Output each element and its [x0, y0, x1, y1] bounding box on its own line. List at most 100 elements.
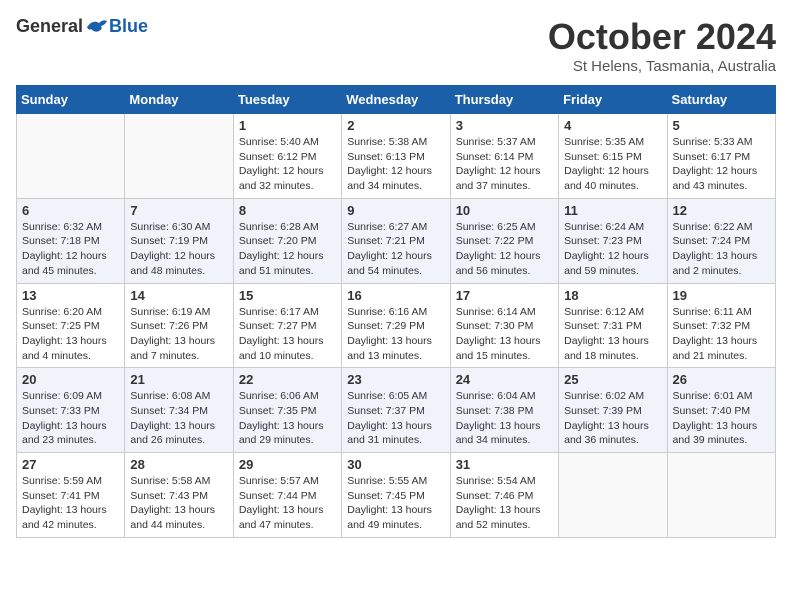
day-info: Sunrise: 6:19 AM Sunset: 7:26 PM Dayligh…: [130, 305, 227, 364]
day-number: 18: [564, 288, 661, 303]
day-info: Sunrise: 6:01 AM Sunset: 7:40 PM Dayligh…: [673, 389, 770, 448]
day-number: 3: [456, 118, 553, 133]
calendar-cell: 1Sunrise: 5:40 AM Sunset: 6:12 PM Daylig…: [233, 114, 341, 199]
day-info: Sunrise: 5:40 AM Sunset: 6:12 PM Dayligh…: [239, 135, 336, 194]
day-number: 22: [239, 372, 336, 387]
day-info: Sunrise: 6:16 AM Sunset: 7:29 PM Dayligh…: [347, 305, 444, 364]
day-info: Sunrise: 6:28 AM Sunset: 7:20 PM Dayligh…: [239, 220, 336, 279]
day-number: 4: [564, 118, 661, 133]
calendar-cell: 12 Sunrise: 6:22 AM Sunset: 7:24 PM Dayli…: [667, 198, 775, 283]
column-header-monday: Monday: [125, 86, 233, 114]
day-info: Sunrise: 6:20 AM Sunset: 7:25 PM Dayligh…: [22, 305, 119, 364]
day-number: 20: [22, 372, 119, 387]
day-number: 19: [673, 288, 770, 303]
day-info: Sunrise: 6:05 AM Sunset: 7:37 PM Dayligh…: [347, 389, 444, 448]
page-header: General Blue October 2024 St Helens, Tas…: [16, 16, 776, 75]
day-number: 15: [239, 288, 336, 303]
calendar-cell: 17 Sunrise: 6:14 AM Sunset: 7:30 PM Dayli…: [450, 283, 558, 368]
column-header-wednesday: Wednesday: [342, 86, 450, 114]
calendar-cell: 10 Sunrise: 6:25 AM Sunset: 7:22 PM Dayli…: [450, 198, 558, 283]
calendar-cell: 15 Sunrise: 6:17 AM Sunset: 7:27 PM Dayli…: [233, 283, 341, 368]
calendar-cell: 29 Sunrise: 5:57 AM Sunset: 7:44 PM Dayli…: [233, 453, 341, 538]
title-section: October 2024 St Helens, Tasmania, Austra…: [548, 16, 776, 75]
day-info: Sunrise: 5:58 AM Sunset: 7:43 PM Dayligh…: [130, 474, 227, 533]
day-number: 7: [130, 203, 227, 218]
calendar-cell: [125, 114, 233, 199]
day-info: Sunrise: 6:22 AM Sunset: 7:24 PM Dayligh…: [673, 220, 770, 279]
day-info: Sunrise: 6:11 AM Sunset: 7:32 PM Dayligh…: [673, 305, 770, 364]
calendar-cell: 18 Sunrise: 6:12 AM Sunset: 7:31 PM Dayli…: [559, 283, 667, 368]
month-title: October 2024: [548, 16, 776, 58]
calendar-week-row: 6Sunrise: 6:32 AM Sunset: 7:18 PM Daylig…: [17, 198, 776, 283]
logo-blue-text: Blue: [109, 16, 148, 37]
day-number: 17: [456, 288, 553, 303]
calendar-cell: 11 Sunrise: 6:24 AM Sunset: 7:23 PM Dayli…: [559, 198, 667, 283]
calendar-cell: 22 Sunrise: 6:06 AM Sunset: 7:35 PM Dayli…: [233, 368, 341, 453]
calendar-cell: 8 Sunrise: 6:28 AM Sunset: 7:20 PM Daylig…: [233, 198, 341, 283]
location-subtitle: St Helens, Tasmania, Australia: [548, 58, 776, 75]
day-number: 11: [564, 203, 661, 218]
day-number: 5: [673, 118, 770, 133]
day-number: 29: [239, 457, 336, 472]
day-info: Sunrise: 6:25 AM Sunset: 7:22 PM Dayligh…: [456, 220, 553, 279]
logo-bird-icon: [85, 17, 109, 37]
day-number: 25: [564, 372, 661, 387]
day-info: Sunrise: 5:54 AM Sunset: 7:46 PM Dayligh…: [456, 474, 553, 533]
calendar-table: SundayMondayTuesdayWednesdayThursdayFrid…: [16, 85, 776, 538]
day-number: 26: [673, 372, 770, 387]
day-info: Sunrise: 6:09 AM Sunset: 7:33 PM Dayligh…: [22, 389, 119, 448]
calendar-cell: [559, 453, 667, 538]
day-info: Sunrise: 5:37 AM Sunset: 6:14 PM Dayligh…: [456, 135, 553, 194]
calendar-cell: 30Sunrise: 5:55 AM Sunset: 7:45 PM Dayli…: [342, 453, 450, 538]
calendar-week-row: 20 Sunrise: 6:09 AM Sunset: 7:33 PM Dayli…: [17, 368, 776, 453]
day-info: Sunrise: 6:30 AM Sunset: 7:19 PM Dayligh…: [130, 220, 227, 279]
calendar-cell: [17, 114, 125, 199]
day-number: 27: [22, 457, 119, 472]
day-info: Sunrise: 6:27 AM Sunset: 7:21 PM Dayligh…: [347, 220, 444, 279]
day-number: 13: [22, 288, 119, 303]
day-info: Sunrise: 6:32 AM Sunset: 7:18 PM Dayligh…: [22, 220, 119, 279]
calendar-cell: 7 Sunrise: 6:30 AM Sunset: 7:19 PM Daylig…: [125, 198, 233, 283]
calendar-cell: 26 Sunrise: 6:01 AM Sunset: 7:40 PM Dayli…: [667, 368, 775, 453]
day-number: 14: [130, 288, 227, 303]
day-number: 12: [673, 203, 770, 218]
day-number: 2: [347, 118, 444, 133]
calendar-cell: 14 Sunrise: 6:19 AM Sunset: 7:26 PM Dayli…: [125, 283, 233, 368]
calendar-cell: 16 Sunrise: 6:16 AM Sunset: 7:29 PM Dayli…: [342, 283, 450, 368]
calendar-cell: 24Sunrise: 6:04 AM Sunset: 7:38 PM Dayli…: [450, 368, 558, 453]
column-header-saturday: Saturday: [667, 86, 775, 114]
calendar-cell: 23 Sunrise: 6:05 AM Sunset: 7:37 PM Dayli…: [342, 368, 450, 453]
day-info: Sunrise: 5:57 AM Sunset: 7:44 PM Dayligh…: [239, 474, 336, 533]
day-number: 30: [347, 457, 444, 472]
column-header-friday: Friday: [559, 86, 667, 114]
day-info: Sunrise: 6:14 AM Sunset: 7:30 PM Dayligh…: [456, 305, 553, 364]
day-number: 9: [347, 203, 444, 218]
day-number: 16: [347, 288, 444, 303]
day-info: Sunrise: 6:17 AM Sunset: 7:27 PM Dayligh…: [239, 305, 336, 364]
calendar-cell: 9 Sunrise: 6:27 AM Sunset: 7:21 PM Daylig…: [342, 198, 450, 283]
calendar-week-row: 27Sunrise: 5:59 AM Sunset: 7:41 PM Dayli…: [17, 453, 776, 538]
column-header-sunday: Sunday: [17, 86, 125, 114]
day-info: Sunrise: 6:12 AM Sunset: 7:31 PM Dayligh…: [564, 305, 661, 364]
day-info: Sunrise: 6:04 AM Sunset: 7:38 PM Dayligh…: [456, 389, 553, 448]
day-info: Sunrise: 6:06 AM Sunset: 7:35 PM Dayligh…: [239, 389, 336, 448]
calendar-cell: 25 Sunrise: 6:02 AM Sunset: 7:39 PM Dayli…: [559, 368, 667, 453]
calendar-cell: 31Sunrise: 5:54 AM Sunset: 7:46 PM Dayli…: [450, 453, 558, 538]
calendar-cell: 2Sunrise: 5:38 AM Sunset: 6:13 PM Daylig…: [342, 114, 450, 199]
calendar-cell: 28 Sunrise: 5:58 AM Sunset: 7:43 PM Dayli…: [125, 453, 233, 538]
column-header-thursday: Thursday: [450, 86, 558, 114]
calendar-cell: 21Sunrise: 6:08 AM Sunset: 7:34 PM Dayli…: [125, 368, 233, 453]
day-info: Sunrise: 6:24 AM Sunset: 7:23 PM Dayligh…: [564, 220, 661, 279]
calendar-cell: 3 Sunrise: 5:37 AM Sunset: 6:14 PM Daylig…: [450, 114, 558, 199]
day-info: Sunrise: 6:02 AM Sunset: 7:39 PM Dayligh…: [564, 389, 661, 448]
day-number: 28: [130, 457, 227, 472]
logo: General Blue: [16, 16, 148, 37]
calendar-week-row: 13 Sunrise: 6:20 AM Sunset: 7:25 PM Dayli…: [17, 283, 776, 368]
day-number: 8: [239, 203, 336, 218]
day-number: 10: [456, 203, 553, 218]
calendar-cell: 20 Sunrise: 6:09 AM Sunset: 7:33 PM Dayli…: [17, 368, 125, 453]
day-number: 23: [347, 372, 444, 387]
calendar-cell: 4Sunrise: 5:35 AM Sunset: 6:15 PM Daylig…: [559, 114, 667, 199]
column-header-tuesday: Tuesday: [233, 86, 341, 114]
calendar-cell: 27Sunrise: 5:59 AM Sunset: 7:41 PM Dayli…: [17, 453, 125, 538]
